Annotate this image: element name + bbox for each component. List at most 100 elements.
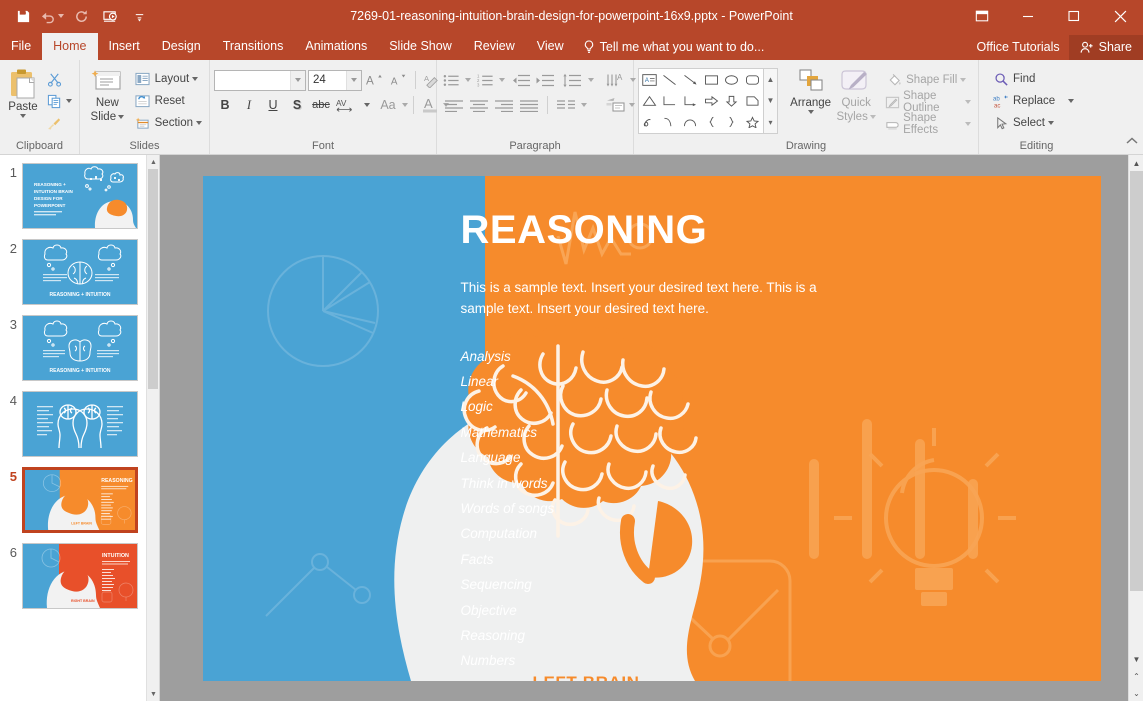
shape-arc[interactable] — [680, 112, 701, 133]
tab-home[interactable]: Home — [42, 33, 97, 60]
thumbnail-slide-2[interactable]: REASONING + INTUITION — [22, 239, 138, 305]
arrange-button[interactable]: Arrange — [787, 66, 834, 116]
quick-styles-chevron-down-icon[interactable] — [870, 115, 876, 119]
select-button[interactable]: Select — [989, 112, 1057, 134]
change-case-button[interactable]: Aa — [376, 94, 400, 116]
decrease-font-size-button[interactable]: A — [388, 69, 410, 91]
tab-slide-show[interactable]: Slide Show — [378, 33, 463, 60]
thumbnail-slide-6[interactable]: RIGHT BRAIN INTUITION — [22, 543, 138, 609]
maximize-button[interactable] — [1051, 0, 1097, 32]
new-slide-chevron-down-icon[interactable] — [118, 115, 124, 119]
slide-title[interactable]: REASONING — [461, 208, 708, 253]
thumbnail-scroll-up-icon[interactable]: ▲ — [147, 155, 160, 169]
list-item[interactable]: Facts — [461, 547, 555, 572]
thumbnail-scroll-down-icon[interactable]: ▼ — [147, 687, 160, 701]
tab-insert[interactable]: Insert — [98, 33, 151, 60]
next-slide-button[interactable]: ⌄ — [1129, 685, 1143, 701]
shape-curve[interactable] — [660, 112, 681, 133]
numbering-button[interactable]: 123 — [475, 69, 495, 91]
shape-star[interactable] — [742, 112, 763, 133]
shape-rectangle[interactable] — [701, 69, 722, 90]
list-item[interactable]: Numbers — [461, 648, 555, 673]
thumbnail-row[interactable]: 2 REASONING + INTUITION — [0, 239, 159, 315]
arrange-chevron-down-icon[interactable] — [808, 110, 814, 114]
layout-button[interactable]: Layout — [131, 68, 205, 90]
list-item[interactable]: Computation — [461, 521, 555, 546]
thumbnail-row[interactable]: 1 REASONING +INTUITION BRAIN DE — [0, 163, 159, 239]
thumbnail-row[interactable]: 3 REASONING + INTUITION — [0, 315, 159, 391]
thumbnail-scrollbar[interactable]: ▲ ▼ — [146, 155, 159, 701]
thumbnail-slide-1[interactable]: REASONING +INTUITION BRAIN DESIGN FORPOW… — [22, 163, 138, 229]
shape-right-arrow[interactable] — [701, 90, 722, 111]
line-spacing-button[interactable] — [560, 69, 584, 91]
font-name-combo[interactable] — [214, 70, 306, 91]
save-icon[interactable] — [10, 4, 36, 28]
collapse-ribbon-button[interactable] — [1125, 134, 1139, 152]
redo-icon[interactable] — [68, 4, 94, 28]
select-chevron-down-icon[interactable] — [1048, 121, 1054, 125]
font-size-chevron-down-icon[interactable] — [346, 71, 361, 90]
shape-right-brace[interactable] — [722, 112, 743, 133]
list-item[interactable]: Mathematics — [461, 420, 555, 445]
start-presentation-icon[interactable] — [97, 4, 123, 28]
justify-button[interactable] — [516, 94, 541, 116]
shape-down-arrow[interactable] — [722, 90, 743, 111]
columns-button[interactable] — [554, 94, 578, 116]
tab-design[interactable]: Design — [151, 33, 212, 60]
section-chevron-down-icon[interactable] — [196, 121, 202, 125]
find-button[interactable]: Find — [989, 68, 1038, 90]
replace-chevron-down-icon[interactable] — [1068, 99, 1074, 103]
shape-elbow-arrow-connector[interactable] — [680, 90, 701, 111]
convert-to-smartart-button[interactable] — [603, 94, 629, 116]
paste-chevron-down-icon[interactable] — [20, 114, 26, 118]
list-item[interactable]: Objective — [461, 598, 555, 623]
font-size-combo[interactable]: 24 — [308, 70, 362, 91]
strikethrough-button[interactable]: abc — [310, 94, 332, 116]
shape-elbow-connector[interactable] — [660, 90, 681, 111]
shape-fill-button[interactable]: Shape Fill — [882, 69, 974, 91]
bold-button[interactable]: B — [214, 94, 236, 116]
decrease-indent-button[interactable] — [509, 69, 533, 91]
align-right-button[interactable] — [491, 94, 516, 116]
list-item[interactable]: Analysis — [461, 344, 555, 369]
shape-rounded-rectangle[interactable] — [742, 69, 763, 90]
tab-animations[interactable]: Animations — [294, 33, 378, 60]
increase-indent-button[interactable] — [533, 69, 557, 91]
shapes-gallery[interactable]: A — [638, 68, 764, 134]
align-left-button[interactable] — [441, 94, 466, 116]
office-tutorials-link[interactable]: Office Tutorials — [968, 35, 1069, 60]
shape-left-brace[interactable] — [701, 112, 722, 133]
thumbnail-slide-5[interactable]: LEFT BRAIN REASONING — [22, 467, 138, 533]
previous-slide-button[interactable]: ⌃ — [1129, 668, 1143, 684]
slide-editing-surface[interactable]: REASONING This is a sample text. Insert … — [203, 176, 1101, 681]
slide-thumbnail-pane[interactable]: 1 REASONING +INTUITION BRAIN DE — [0, 155, 160, 701]
list-item[interactable]: Linear — [461, 369, 555, 394]
tab-transitions[interactable]: Transitions — [212, 33, 295, 60]
shape-outline-chevron-down-icon[interactable] — [965, 100, 971, 104]
thumbnail-slide-3[interactable]: REASONING + INTUITION — [22, 315, 138, 381]
copy-button[interactable] — [42, 90, 75, 112]
replace-button[interactable]: abac Replace — [989, 90, 1077, 112]
cut-button[interactable] — [42, 68, 75, 90]
text-direction-button[interactable]: A — [604, 69, 630, 91]
format-painter-button[interactable] — [42, 112, 75, 134]
shape-flowchart-document[interactable] — [742, 90, 763, 111]
tab-view[interactable]: View — [526, 33, 575, 60]
slide-scroll-up-icon[interactable]: ▲ — [1129, 155, 1143, 171]
share-button[interactable]: Share — [1069, 35, 1143, 60]
shape-arrow[interactable] — [680, 69, 701, 90]
list-item[interactable]: Think in words — [461, 471, 555, 496]
shape-fill-chevron-down-icon[interactable] — [960, 78, 966, 82]
text-shadow-button[interactable]: S — [286, 94, 308, 116]
thumbnail-row[interactable]: 5 LEFT BRAIN REASONING — [0, 467, 159, 543]
shape-line[interactable] — [660, 69, 681, 90]
center-button[interactable] — [466, 94, 491, 116]
slide-vertical-scrollbar[interactable]: ▲ ▼ ⌃ ⌄ — [1128, 155, 1143, 701]
shape-scribble[interactable] — [639, 112, 660, 133]
shape-effects-button[interactable]: Shape Effects — [882, 113, 974, 135]
slide-bullet-list[interactable]: Analysis Linear Logic Mathematics Langua… — [461, 344, 555, 674]
character-spacing-button[interactable]: AV — [334, 94, 362, 116]
slide-side-label[interactable]: LEFT BRAIN — [533, 673, 640, 681]
underline-button[interactable]: U — [262, 94, 284, 116]
new-slide-button[interactable]: New Slide — [84, 66, 131, 126]
